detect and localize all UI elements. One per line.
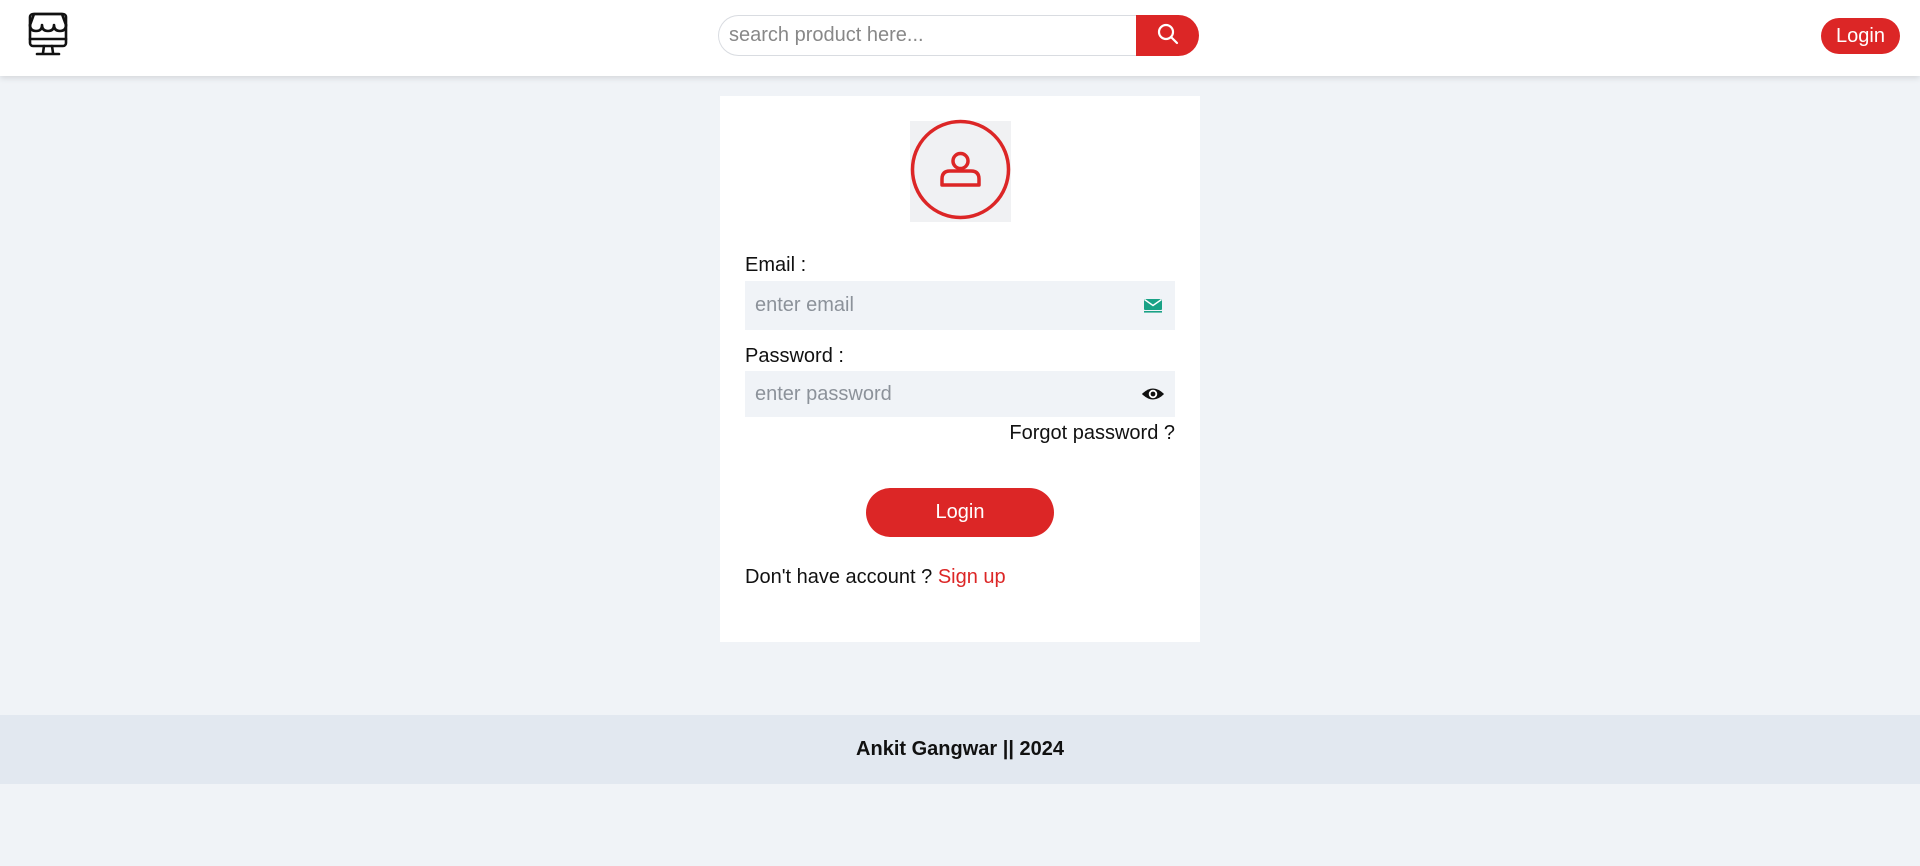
forgot-password-link[interactable]: Forgot password ?	[1009, 422, 1175, 445]
login-submit-button[interactable]: Login	[866, 488, 1054, 537]
top-navbar: Login	[0, 0, 1920, 76]
search-icon	[1157, 23, 1179, 48]
search-input[interactable]	[718, 15, 1136, 56]
email-label: Email :	[745, 254, 807, 276]
signup-link[interactable]: Sign up	[938, 566, 1006, 588]
password-field[interactable]	[745, 371, 1141, 417]
avatar	[910, 119, 1011, 225]
shop-monitor-icon[interactable]	[26, 11, 74, 59]
user-circle-icon	[910, 119, 1011, 225]
footer: Ankit Gangwar || 2024	[0, 715, 1920, 784]
eye-icon[interactable]	[1141, 382, 1165, 406]
header-login-button[interactable]: Login	[1821, 18, 1900, 54]
password-label: Password :	[745, 345, 844, 367]
mail-icon	[1141, 294, 1165, 318]
email-field-wrapper	[745, 281, 1175, 330]
login-card: Email : Password : Forgot password ? Log…	[720, 96, 1200, 642]
footer-copyright: Ankit Gangwar || 2024	[856, 738, 1064, 760]
search-bar	[718, 15, 1199, 56]
signup-prompt-text: Don't have account ?	[745, 566, 938, 588]
signup-prompt: Don't have account ? Sign up	[745, 566, 1006, 589]
search-button[interactable]	[1136, 15, 1199, 56]
password-field-wrapper	[745, 371, 1175, 417]
email-field[interactable]	[745, 281, 1141, 330]
